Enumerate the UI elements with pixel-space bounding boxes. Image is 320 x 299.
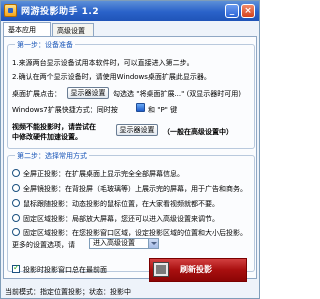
advanced-hint: （一般在高级设置中） xyxy=(163,128,233,136)
app-window: 网游投影助手 1.2 _ × 基本应用 高级设置 第一步：设备准备 1.来源两台… xyxy=(0,0,260,299)
step1-line2: 2.确认在两个显示设备时，请使用Windows桌面扩展此显示器。 xyxy=(12,73,211,81)
mode-label-fullscreen: 全屏正投影：在扩展桌面上显示完全全部屏幕信息。 xyxy=(23,170,184,178)
accel-note-line1: 视频不能投影时，请尝试在 xyxy=(12,123,96,131)
app-icon xyxy=(4,4,17,17)
tab-basic[interactable]: 基本应用 xyxy=(3,22,51,36)
desktop-label: 桌面扩展点击： xyxy=(12,90,61,98)
tab-advanced[interactable]: 高级设置 xyxy=(52,23,94,36)
mode-radio-rear[interactable] xyxy=(12,184,20,192)
shortcut-label: Windows7扩展快捷方式：同时按 xyxy=(12,106,118,114)
always-on-top-label: 投影时投影窗口总在最前面 xyxy=(23,266,107,274)
minimize-button[interactable]: _ xyxy=(225,4,239,18)
accel-note-line2: 中修改硬件加速设置。 xyxy=(12,133,82,141)
windows-key-icon xyxy=(136,103,145,112)
display-settings-button-2[interactable]: 显示器设置 xyxy=(116,124,158,136)
advanced-settings-select-value: 进入高级设置 xyxy=(93,239,135,247)
mode-label-fixed-window: 固定区域投影：在您投影窗口区域，设定投影区域的位置和大小后投影。 xyxy=(23,229,247,237)
mode-radio-mouse-follow[interactable] xyxy=(12,199,20,207)
advanced-settings-select[interactable]: 进入高级设置 xyxy=(89,238,159,249)
extend-desktop-hint: 勾选选 "将桌面扩展..." (双显示器时可用) xyxy=(113,90,242,98)
mode-radio-fixed-area[interactable] xyxy=(12,214,20,222)
monitor-icon xyxy=(153,262,169,277)
title-bar: 网游投影助手 1.2 _ × xyxy=(1,1,259,21)
mode-label-rear: 全屏镜投影：在背投屏（毛玻璃等）上展示完的屏幕，用于广告和商务。 xyxy=(23,185,247,193)
mode-radio-fullscreen[interactable] xyxy=(12,169,20,177)
window-title: 网游投影助手 1.2 xyxy=(21,7,100,17)
more-settings-label: 更多的设置选项，请 xyxy=(12,241,75,249)
step2-legend: 第二步：选择常用方式 xyxy=(15,151,89,161)
close-button[interactable]: × xyxy=(241,4,255,18)
mode-radio-fixed-window[interactable] xyxy=(12,228,20,236)
mode-label-fixed-area: 固定区域投影：局部放大屏幕，您还可以进入高级设置来调节。 xyxy=(23,215,219,223)
display-settings-button[interactable]: 显示器设置 xyxy=(67,87,109,99)
step1-line1: 1.来源两台显示设备试用本软件时，可以直接进入第二步。 xyxy=(12,59,194,67)
step1-legend: 第一步：设备准备 xyxy=(15,40,75,50)
mode-label-mouse-follow: 鼠标跟随投影：动态投影的鼠标位置，在大家看视频就都不要。 xyxy=(23,200,219,208)
chevron-down-icon xyxy=(148,239,158,248)
always-on-top-checkbox[interactable] xyxy=(12,263,20,273)
shortcut-keys: 和 "P" 键 xyxy=(148,106,178,114)
status-bar: 当前模式：指定位置投影；状态：投影中 xyxy=(5,288,131,296)
